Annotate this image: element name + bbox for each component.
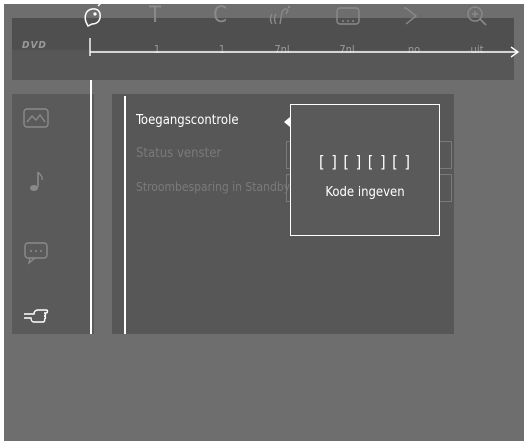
sidebar-pointer-line	[90, 80, 92, 334]
menu-item-status-window[interactable]: Status venster	[136, 146, 221, 161]
pin-code-slots[interactable]: [ ] [ ] [ ] [ ]	[291, 152, 439, 171]
angle-icon[interactable]	[396, 2, 426, 30]
chapter-icon[interactable]: C	[205, 2, 235, 30]
picture-settings-icon[interactable]	[20, 104, 52, 132]
pin-entry-dialog[interactable]: [ ] [ ] [ ] [ ] Kode ingeven	[290, 104, 440, 236]
submenu-pointer-line	[124, 96, 126, 334]
language-settings-icon[interactable]	[20, 238, 52, 266]
toolbar-pointer-line	[89, 38, 520, 58]
pin-entry-prompt: Kode ingeven	[325, 185, 405, 200]
audio-language-icon[interactable]	[266, 2, 296, 30]
parental-lock-icon[interactable]	[78, 2, 108, 30]
zoom-icon[interactable]	[462, 2, 492, 30]
title-icon[interactable]: T	[140, 2, 170, 30]
dvd-logo: DVD	[22, 40, 47, 51]
menu-item-parental-control[interactable]: Toegangscontrole	[136, 113, 239, 128]
menu-item-standby-power-saving[interactable]: Stroombesparing in Standby	[136, 180, 290, 194]
subtitle-icon[interactable]	[333, 2, 363, 30]
sound-settings-icon[interactable]	[20, 168, 52, 196]
features-settings-icon[interactable]	[20, 302, 52, 330]
